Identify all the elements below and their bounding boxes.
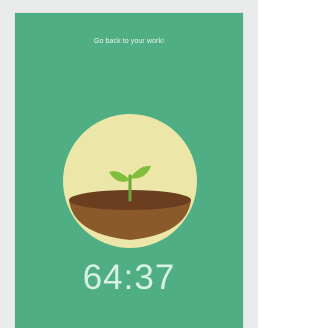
device-frame: Go back to your work! 64:37	[0, 0, 258, 328]
countdown-timer: 64:37	[82, 258, 176, 297]
status-message: Go back to your work!	[93, 38, 165, 45]
plant-circle	[63, 114, 197, 248]
right-leaf	[130, 165, 151, 179]
sprout-icon	[69, 165, 191, 240]
left-leaf	[109, 171, 130, 182]
focus-screen: Go back to your work! 64:37	[15, 13, 243, 328]
